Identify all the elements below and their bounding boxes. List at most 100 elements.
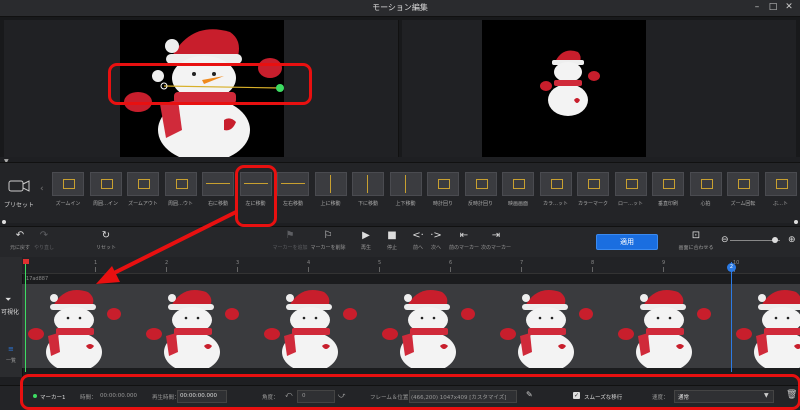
effect-thumbnail <box>577 172 609 196</box>
zoom-in-icon[interactable]: ⊕ <box>788 235 796 245</box>
zoom-slider-handle[interactable] <box>772 237 778 243</box>
playhead-badge[interactable]: 2 <box>727 263 736 272</box>
video-camera-icon <box>8 180 30 192</box>
effect-item-19[interactable]: ズーム回転 <box>725 172 761 216</box>
ruler-mark: 3 <box>236 260 240 266</box>
track-label: 17ad887 <box>26 276 49 282</box>
effect-thumbnail <box>202 172 234 196</box>
redo-button[interactable]: ↷ やり直し <box>24 230 64 251</box>
ruler-mark: 1 <box>94 260 98 266</box>
add-marker-button[interactable]: ⚑ マーカーを追加 <box>270 230 310 251</box>
maximize-icon[interactable]: □ <box>766 1 780 14</box>
effect-thumbnail <box>127 172 159 196</box>
effect-item-17[interactable]: 垂直印刷 <box>650 172 686 216</box>
marker-delete-icon: ⚐ <box>323 230 333 241</box>
track-thumbnail <box>264 290 357 368</box>
ruler-mark: 4 <box>307 260 311 266</box>
reset-button[interactable]: ↻ リセット <box>86 230 126 251</box>
effect-label: 反時計回り <box>467 201 493 207</box>
visualize-icon[interactable]: ⏷ <box>5 295 11 305</box>
zoom-out-icon[interactable]: ⊖ <box>721 235 729 245</box>
effect-item-10[interactable]: 上下移動 <box>388 172 424 216</box>
add-marker-label: マーカーを追加 <box>272 245 308 251</box>
delete-marker-button[interactable]: ⚐ マーカーを削除 <box>308 230 348 251</box>
fit-screen-button[interactable]: ⊡ 画面に合わせる <box>676 230 716 251</box>
scroll-dot-right <box>794 220 798 224</box>
effect-item-11[interactable]: 時計回り <box>425 172 461 216</box>
track-thumbnail <box>28 290 121 368</box>
effect-item-4[interactable]: 周囲…ウト <box>163 172 199 216</box>
ruler-mark: 8 <box>591 260 595 266</box>
preset-button[interactable]: プリセット <box>4 178 34 209</box>
effect-item-13[interactable]: 映画画面 <box>500 172 536 216</box>
output-video-frame <box>482 20 646 157</box>
effect-label: 周囲…ウト <box>167 201 193 207</box>
effect-label: 時計回り <box>432 201 453 207</box>
effect-label: ロー…ット <box>617 201 643 207</box>
start-marker-flag[interactable] <box>23 259 29 264</box>
playhead-line[interactable] <box>731 262 732 372</box>
timeline-sidepanel: ⏷ 可視化 ≡ 一覧 <box>0 257 23 377</box>
redo-icon: ↷ <box>39 230 49 241</box>
track-thumbnail <box>736 290 800 368</box>
effect-item-18[interactable]: 心拍 <box>688 172 724 216</box>
effect-label: ズームイン <box>55 201 81 207</box>
list-tab[interactable]: 一覧 <box>6 357 16 364</box>
video-track[interactable] <box>22 284 800 368</box>
effect-item-2[interactable]: 周囲…イン <box>88 172 124 216</box>
ruler-tick <box>592 267 593 272</box>
effect-item-20[interactable]: ぶ…ト <box>763 172 799 216</box>
visualize-tab[interactable]: 可視化 <box>1 307 19 316</box>
effect-thumbnail <box>352 172 384 196</box>
effect-label: 周囲…イン <box>92 201 118 207</box>
preset-label: プリセット <box>4 202 35 209</box>
effect-thumbnail <box>539 172 572 196</box>
reset-label: リセット <box>95 245 116 251</box>
effect-label: カラーマーク <box>577 201 608 207</box>
window-title: モーション編集 <box>372 3 428 12</box>
list-icon[interactable]: ≡ <box>8 345 14 353</box>
ruler-mark: 9 <box>662 260 666 266</box>
track-thumbnails <box>28 290 800 368</box>
effect-label: カラ…ット <box>542 201 568 207</box>
ruler-tick <box>308 267 309 272</box>
effects-scrollbar[interactable] <box>0 220 800 225</box>
next-marker-button[interactable]: ⇥ 次のマーカー <box>476 230 516 251</box>
effect-item-12[interactable]: 反時計回り <box>463 172 499 216</box>
effect-item-16[interactable]: ロー…ット <box>613 172 649 216</box>
snowman-output-image <box>482 20 646 157</box>
timeline-ruler[interactable]: 1 2 3 4 5 6 7 8 9 10 <box>22 257 800 274</box>
effect-item-5[interactable]: 右に移動 <box>200 172 236 216</box>
ruler-tick <box>521 267 522 272</box>
close-icon[interactable]: ✕ <box>782 1 796 14</box>
marker-add-icon: ⚑ <box>285 230 295 241</box>
effect-thumbnail <box>502 172 534 196</box>
minimize-icon[interactable]: – <box>750 1 764 14</box>
ruler-mark: 7 <box>520 260 524 266</box>
effect-item-15[interactable]: カラーマーク <box>575 172 611 216</box>
next-marker-label: 次のマーカー <box>480 245 511 251</box>
effect-thumbnail <box>389 172 422 196</box>
annotation-highlight-statusbar <box>20 374 800 410</box>
effect-thumbnail <box>727 172 759 196</box>
effect-thumbnail <box>614 172 647 196</box>
annotation-highlight-effect <box>235 165 277 227</box>
ruler-tick <box>95 267 96 272</box>
scroll-left-icon[interactable]: ‹ <box>40 184 44 194</box>
ruler-tick <box>379 267 380 272</box>
apply-button[interactable]: 適用 <box>596 234 658 250</box>
effect-item-9[interactable]: 下に移動 <box>350 172 386 216</box>
effect-item-7[interactable]: 左右移動 <box>275 172 311 216</box>
effect-thumbnail <box>164 172 197 196</box>
ruler-mark: 5 <box>378 260 382 266</box>
ruler-tick <box>450 267 451 272</box>
track-thumbnail <box>146 290 239 368</box>
effect-item-8[interactable]: 上に移動 <box>313 172 349 216</box>
effect-label: 垂直印刷 <box>657 201 678 207</box>
effect-item-14[interactable]: カラ…ット <box>538 172 574 216</box>
effect-thumbnail <box>764 172 797 196</box>
effect-label: ズーム回転 <box>730 201 756 207</box>
effect-item-1[interactable]: ズームイン <box>50 172 86 216</box>
effect-item-3[interactable]: ズームアウト <box>125 172 161 216</box>
delete-marker-label: マーカーを削除 <box>310 245 346 251</box>
